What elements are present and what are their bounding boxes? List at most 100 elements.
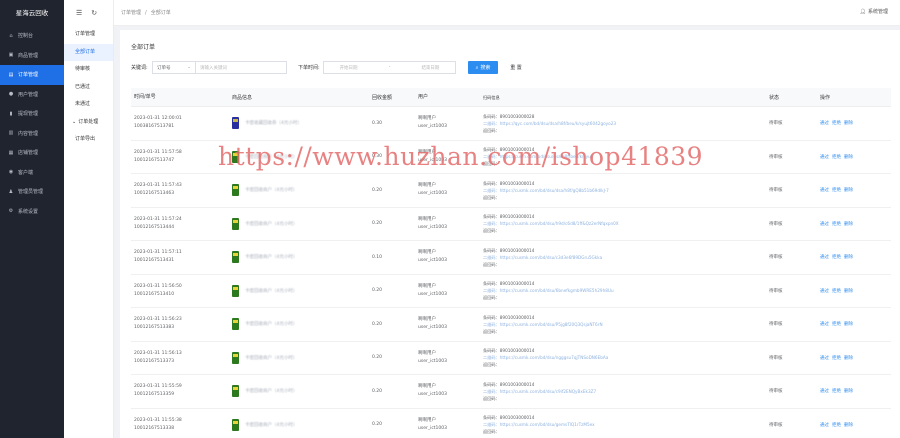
- subnav-item-6[interactable]: 订单导出: [64, 131, 113, 149]
- cell-user: 啊啊用户 user_ict1003: [418, 350, 483, 366]
- approve-button[interactable]: 通过: [820, 289, 829, 294]
- keyword-type-select[interactable]: 订单号 ⌄: [152, 61, 196, 74]
- subnav-item-4[interactable]: 未通过: [64, 96, 113, 114]
- approve-button[interactable]: 通过: [820, 222, 829, 227]
- order-time: 2023-01-31 12:00:01: [134, 116, 182, 122]
- order-time: 2023-01-31 11:57:24: [134, 216, 182, 222]
- delete-button[interactable]: 删除: [844, 222, 853, 227]
- search-button[interactable]: ⌕ 搜索: [468, 61, 498, 74]
- status-badge: 待审核: [769, 188, 783, 194]
- sidebar-item-0[interactable]: ⌂ 控制台: [0, 26, 64, 46]
- product-thumbnail: [232, 351, 239, 364]
- product-thumbnail: [232, 117, 239, 130]
- approve-button[interactable]: 通过: [820, 188, 829, 193]
- subnav-item-2[interactable]: 待审核: [64, 61, 113, 79]
- reject-button[interactable]: 拒绝: [832, 255, 841, 260]
- product-thumbnail: [232, 217, 239, 230]
- order-number: 10012167513359: [134, 392, 175, 398]
- breadcrumb-item-orders[interactable]: 订单管理: [121, 9, 141, 16]
- approve-button[interactable]: 通过: [820, 155, 829, 160]
- sidebar-item-9[interactable]: ⚙ 系统设置: [0, 202, 64, 222]
- subnav-item-label: 待审核: [75, 66, 91, 72]
- reject-button[interactable]: 拒绝: [832, 389, 841, 394]
- watermark: https://www.huzhan.com/ishop41839: [218, 142, 704, 171]
- approve-button[interactable]: 通过: [820, 255, 829, 260]
- sidebar-item-5[interactable]: ▥ 内容管理: [0, 124, 64, 144]
- cell-scan: 条码码：8901003000014 二维码：https://cusmk.com/b…: [483, 314, 769, 335]
- keyword-input[interactable]: 请输入关键词: [195, 61, 287, 74]
- reset-button[interactable]: 重 置: [504, 61, 528, 74]
- cell-user: 啊啊用户 user_ict1003: [418, 115, 483, 131]
- delete-button[interactable]: 删除: [844, 389, 853, 394]
- user-menu[interactable]: 👤︎ 系统管理: [860, 8, 888, 16]
- subnav-item-3[interactable]: 已通过: [64, 79, 113, 97]
- user-id: user_ict1003: [418, 392, 448, 398]
- scan-qr: 二维码：https://cusmk.com/bd/dsu/dsa/h8f/gQ8…: [483, 187, 609, 193]
- delete-button[interactable]: 删除: [844, 322, 853, 327]
- subnav-item-1[interactable]: 全部订单: [64, 43, 113, 61]
- status-badge: 待审核: [769, 121, 783, 127]
- reject-button[interactable]: 拒绝: [832, 155, 841, 160]
- sidebar-item-label: 用户管理: [18, 91, 39, 98]
- delete-button[interactable]: 删除: [844, 121, 853, 126]
- cell-actions: 通过 拒绝 删除: [820, 388, 890, 394]
- sidebar-item-1[interactable]: ▣ 商品管理: [0, 46, 64, 66]
- date-range-picker[interactable]: 开始日期 - 结束日期: [323, 61, 456, 74]
- sidebar-item-3[interactable]: ● 用户管理: [0, 85, 64, 105]
- keyword-placeholder: 请输入关键词: [200, 65, 227, 71]
- subnav-item-label: 全部订单: [75, 48, 96, 55]
- delete-button[interactable]: 删除: [844, 155, 853, 160]
- scan-return: 返回码：: [483, 362, 500, 368]
- reject-button[interactable]: 拒绝: [832, 188, 841, 193]
- sidebar-item-label: 系统设置: [18, 208, 39, 215]
- product-thumbnail: [232, 184, 239, 197]
- product-thumbnail: [232, 318, 239, 331]
- collapse-menu-icon[interactable]: ☰: [76, 9, 82, 17]
- sidebar-item-4[interactable]: ▮ 提现管理: [0, 104, 64, 124]
- delete-button[interactable]: 删除: [844, 255, 853, 260]
- keyword-label: 关键词:: [131, 65, 148, 71]
- delete-button[interactable]: 删除: [844, 289, 853, 294]
- table-row: 2023-01-31 11:57:11 10012167513431 卡密回收商户（…: [131, 241, 891, 275]
- delete-button[interactable]: 删除: [844, 356, 853, 361]
- approve-button[interactable]: 通过: [820, 121, 829, 126]
- scan-qr: 二维码：https://qyc.com/bd/dsu/dsa/h8f/beu/k…: [483, 120, 617, 126]
- delete-button[interactable]: 删除: [844, 188, 853, 193]
- order-time: 2023-01-31 11:57:11: [134, 250, 182, 256]
- search-button-label: 搜索: [480, 65, 491, 71]
- order-number: 10012167513383: [134, 325, 175, 331]
- sidebar-item-8[interactable]: ♟ 管理员管理: [0, 182, 64, 202]
- scan-return: 返回码：: [483, 429, 500, 435]
- orders-table: 时间/单号 商品信息 回收金额 用户 扫码信息 状态 操作 2023-01-31…: [131, 88, 891, 438]
- reject-button[interactable]: 拒绝: [832, 222, 841, 227]
- col-header-product: 商品信息: [232, 94, 253, 101]
- order-number: 10012167513431: [134, 258, 175, 264]
- order-time: 2023-01-31 11:56:23: [134, 317, 182, 323]
- cell-time: 2023-01-31 11:55:38 10012167513338: [131, 417, 232, 433]
- reject-button[interactable]: 拒绝: [832, 356, 841, 361]
- cell-amount: 0.10: [372, 254, 383, 260]
- box-icon: ▣: [8, 52, 14, 59]
- subnav-item-5[interactable]: ⌄ 订单处理: [64, 114, 113, 132]
- reject-button[interactable]: 拒绝: [832, 121, 841, 126]
- sidebar-item-7[interactable]: ◉ 客户端: [0, 163, 64, 183]
- order-time: 2023-01-31 11:55:59: [134, 384, 182, 390]
- subnav-item-0[interactable]: 订单管理: [64, 26, 113, 44]
- cell-product: 卡密回收商户（4元小时）: [232, 217, 372, 230]
- app-title: 星海云回收: [15, 9, 49, 17]
- sidebar-item-6[interactable]: ▦ 店铺管理: [0, 143, 64, 163]
- reject-button[interactable]: 拒绝: [832, 322, 841, 327]
- cell-product: 卡密回收商户（4元小时）: [232, 351, 372, 364]
- reject-button[interactable]: 拒绝: [832, 289, 841, 294]
- sidebar-item-2[interactable]: ▤ 订单管理: [0, 65, 64, 85]
- reject-button[interactable]: 拒绝: [832, 423, 841, 428]
- approve-button[interactable]: 通过: [820, 423, 829, 428]
- delete-button[interactable]: 删除: [844, 423, 853, 428]
- approve-button[interactable]: 通过: [820, 322, 829, 327]
- approve-button[interactable]: 通过: [820, 356, 829, 361]
- chevron-down-icon: ⌄: [72, 118, 77, 125]
- col-header-status: 状态: [769, 94, 780, 101]
- approve-button[interactable]: 通过: [820, 389, 829, 394]
- refresh-icon[interactable]: ↻: [91, 9, 97, 17]
- cell-amount: 0.20: [372, 288, 383, 294]
